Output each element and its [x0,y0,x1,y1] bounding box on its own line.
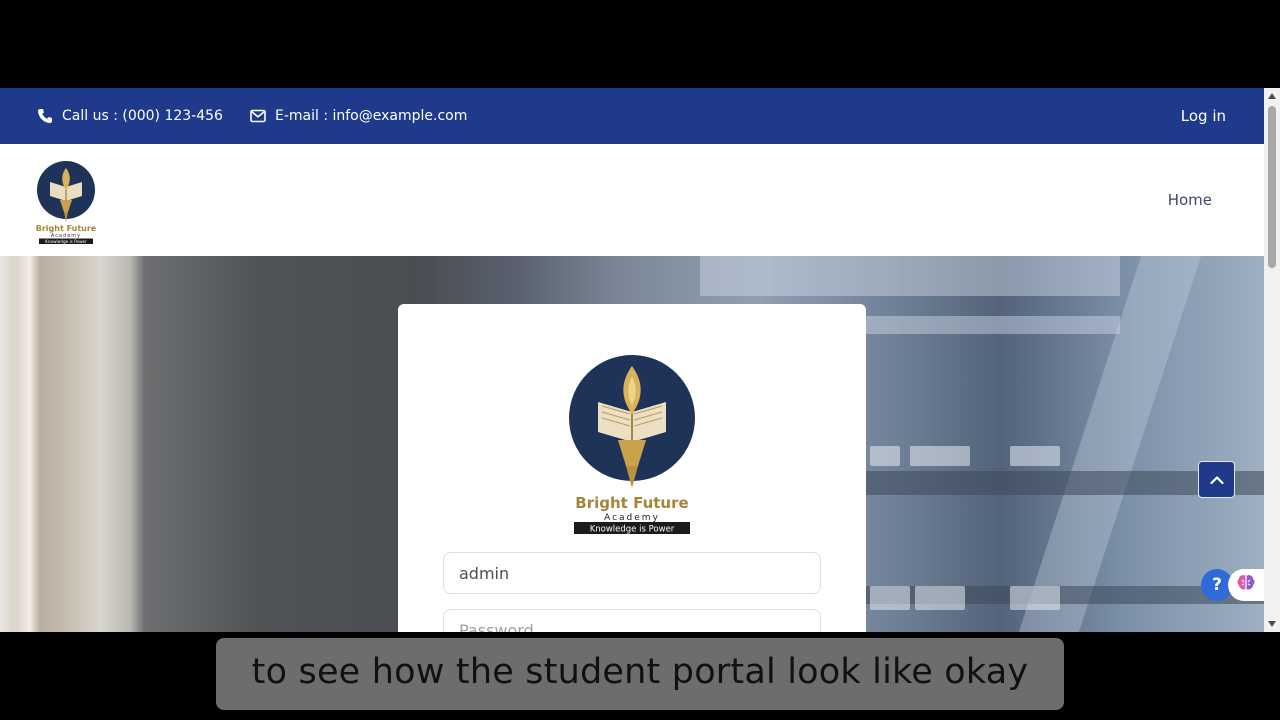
card-logo-name: Bright Future [575,494,688,512]
chevron-up-icon [1209,470,1224,489]
brain-icon [1236,574,1256,596]
username-input[interactable] [443,552,821,594]
assistant-button[interactable] [1228,569,1264,601]
logo-tagline: Knowledge is Power [45,239,87,244]
back-to-top-button[interactable] [1198,461,1235,498]
scroll-down-arrow[interactable] [1267,619,1277,629]
card-academy-logo: Bright Future Academy Knowledge is Power [568,354,696,540]
nav-home-link[interactable]: Home [1168,144,1212,256]
login-card: Bright Future Academy Knowledge is Power [398,304,866,632]
login-link[interactable]: Log in [1181,88,1226,144]
video-caption: to see how the student portal look like … [216,638,1064,710]
top-contact-bar: Call us : (000) 123-456 E-mail : info@ex… [0,88,1264,144]
contact-info: Call us : (000) 123-456 E-mail : info@ex… [36,88,467,144]
page-scrollbar[interactable] [1264,88,1280,632]
academy-logo[interactable]: Bright Future Academy Knowledge is Power [36,160,97,244]
email-text[interactable]: E-mail : info@example.com [275,108,467,124]
main-navbar: Bright Future Academy Knowledge is Power… [0,144,1264,256]
scroll-up-arrow[interactable] [1267,91,1277,101]
card-logo-sub: Academy [604,513,660,523]
call-us-text: Call us : (000) 123-456 [62,108,223,124]
card-logo-tagline: Knowledge is Power [590,525,675,535]
browser-viewport: Call us : (000) 123-456 E-mail : info@ex… [0,88,1280,632]
envelope-icon [249,107,267,125]
logo-name: Bright Future [36,224,96,233]
phone-icon [36,107,54,125]
scrollbar-thumb[interactable] [1268,106,1276,268]
password-input[interactable] [443,609,821,632]
